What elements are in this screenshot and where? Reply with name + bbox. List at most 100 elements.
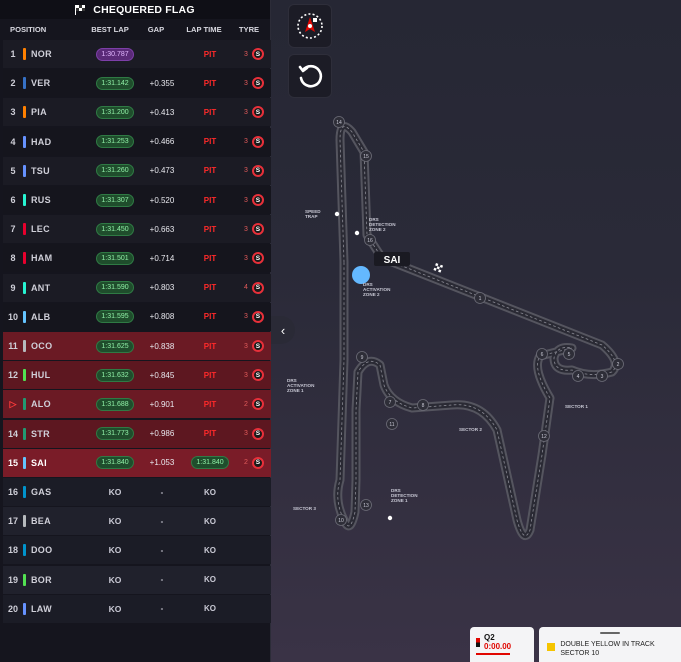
driver-position: 14 xyxy=(7,428,18,439)
best-lap-time: 1:31.625 xyxy=(96,339,134,353)
driver-code: LAW xyxy=(31,603,52,614)
driver-code: VER xyxy=(31,78,51,89)
lap-time-cell: PIT xyxy=(203,224,217,234)
driver-row[interactable]: 3 PIA 1:31.200 +0.413 PIT 3 S xyxy=(3,98,271,127)
soft-tyre-icon: S xyxy=(251,427,264,440)
lap-time-cell: PIT xyxy=(203,78,217,88)
session-card[interactable]: Q2 0:00.00 xyxy=(470,627,534,662)
timing-panel: CHEQUERED FLAG POSITION BEST LAP GAP LAP… xyxy=(0,0,271,662)
drs-detection-2-marker xyxy=(354,230,360,236)
best-lap-time: 1:31.688 xyxy=(96,397,134,411)
race-control-message-card[interactable]: DOUBLE YELLOW IN TRACK SECTOR 10 xyxy=(539,627,681,662)
corner-number: 16 xyxy=(367,238,373,244)
tyre-laps: 3 xyxy=(244,196,248,204)
col-position: POSITION xyxy=(10,25,47,34)
driver-row[interactable]: 18 DOO KO - KO xyxy=(3,536,271,565)
corner-badge: 16 xyxy=(364,234,376,246)
corner-number: 1 xyxy=(479,296,482,302)
team-color-bar xyxy=(23,164,26,177)
gap-cell: +0.838 xyxy=(149,341,175,351)
corner-badge: 13 xyxy=(360,499,372,511)
driver-position: 19 xyxy=(7,574,18,585)
driver-row[interactable]: 10 ALB 1:31.595 +0.808 PIT 3 S xyxy=(3,302,271,331)
driver-code: HAD xyxy=(31,136,52,147)
gap-cell: +0.473 xyxy=(149,166,175,176)
driver-row[interactable]: 15 SAI 1:31.840 +1.053 1:31.840 2 S xyxy=(3,448,271,477)
driver-code: LEC xyxy=(31,224,50,235)
best-lap-time: 1:31.142 xyxy=(96,76,134,90)
team-color-bar xyxy=(23,398,26,411)
session-status-text: CHEQUERED FLAG xyxy=(93,3,195,16)
rotate-map-button[interactable] xyxy=(288,4,332,48)
driver-row[interactable]: 19 BOR KO - KO xyxy=(3,565,271,594)
lap-time-cell: KO xyxy=(204,575,216,585)
col-best-lap: BEST LAP xyxy=(91,25,129,34)
best-lap-cell: 1:31.307 xyxy=(87,193,143,207)
soft-tyre-icon: S xyxy=(251,398,264,411)
col-lap-time: LAP TIME xyxy=(186,25,222,34)
corner-badge: 3 xyxy=(596,370,608,382)
gap-cell: - xyxy=(160,487,164,497)
sector-3-label: SECTOR 3 xyxy=(293,506,316,511)
driver-row[interactable]: 6 RUS 1:31.307 +0.520 PIT 3 S xyxy=(3,186,271,214)
team-color-bar xyxy=(23,48,26,60)
tyre-laps: 2 xyxy=(244,459,248,467)
driver-row[interactable]: ▷ ALO 1:31.688 +0.901 PIT 2 S xyxy=(3,390,271,419)
tyre-laps: 4 xyxy=(244,284,248,292)
reset-rotation-icon xyxy=(298,64,323,88)
driver-row[interactable]: 4 HAD 1:31.253 +0.466 PIT 3 S xyxy=(3,127,271,156)
team-color-bar xyxy=(23,456,26,469)
yellow-flag-icon xyxy=(547,643,556,651)
driver-row[interactable]: 2 VER 1:31.142 +0.355 PIT 3 S xyxy=(3,69,271,98)
best-lap-time: 1:31.590 xyxy=(96,281,134,295)
best-lap-time: 1:30.787 xyxy=(96,47,134,61)
best-lap-cell: 1:31.260 xyxy=(87,164,143,178)
drag-handle[interactable] xyxy=(600,632,620,634)
soft-tyre-icon: S xyxy=(251,77,264,90)
best-lap-time: 1:31.307 xyxy=(96,193,134,207)
team-color-bar xyxy=(23,310,26,323)
driver-row[interactable]: 20 LAW KO - KO xyxy=(3,594,271,623)
driver-position: 11 xyxy=(8,341,18,351)
soft-tyre-icon: S xyxy=(251,340,264,352)
driver-row[interactable]: 14 STR 1:31.773 +0.986 PIT 3 S xyxy=(3,419,271,448)
tyre-cell: 3S xyxy=(239,194,269,206)
lap-time-cell: PIT xyxy=(203,283,217,293)
drs-activation-2-label: DRS ACTIVATION ZONE 2 xyxy=(363,282,391,297)
corner-number: 3 xyxy=(601,374,604,380)
tyre-laps: 3 xyxy=(244,371,248,379)
corner-badge: 4 xyxy=(572,370,584,382)
driver-row[interactable]: 16 GAS KO - KO xyxy=(3,478,271,506)
best-lap-time: 1:31.200 xyxy=(96,105,134,119)
gap-cell: +0.413 xyxy=(149,107,175,117)
track-map[interactable]: SAI 1415161234567 8910111213 xyxy=(272,0,681,662)
driver-position: 5 xyxy=(10,165,16,176)
driver-row[interactable]: 1 NOR 1:30.787 PIT 3 S xyxy=(3,40,271,68)
best-lap-cell: 1:31.450 xyxy=(87,222,143,236)
soft-tyre-icon: S xyxy=(251,164,264,177)
driver-row[interactable]: 11 OCO 1:31.625 +0.838 PIT 3 S xyxy=(3,332,271,360)
lap-time-cell: PIT xyxy=(203,253,217,263)
sector-1-label: SECTOR 1 xyxy=(565,404,588,409)
tyre-cell: 3S xyxy=(239,164,269,177)
best-lap-cell: 1:31.773 xyxy=(87,427,143,441)
driver-row[interactable]: 9 ANT 1:31.590 +0.803 PIT 4 S xyxy=(3,273,271,302)
driver-row[interactable]: 12 HUL 1:31.632 +0.845 PIT 3 S xyxy=(3,361,271,390)
driver-row[interactable]: 17 BEA KO - KO xyxy=(3,507,271,536)
driver-row[interactable]: 7 LEC 1:31.450 +0.663 PIT 3 S xyxy=(3,215,271,244)
corner-badge: 2 xyxy=(612,358,624,370)
team-color-bar xyxy=(23,427,26,440)
team-color-bar xyxy=(23,544,26,557)
compass-icon xyxy=(297,13,323,39)
best-lap-cell: 1:30.787 xyxy=(87,47,143,61)
best-lap-cell: 1:31.200 xyxy=(87,105,143,119)
driver-row[interactable]: 5 TSU 1:31.260 +0.473 PIT 3 S xyxy=(3,156,271,185)
best-lap-time: 1:31.773 xyxy=(96,427,134,441)
lap-time-cell: PIT xyxy=(203,49,217,59)
reset-rotation-button[interactable] xyxy=(288,54,332,98)
col-tyre: TYRE xyxy=(238,25,260,34)
session-title: Q2 xyxy=(484,633,495,642)
driver-row[interactable]: 8 HAM 1:31.501 +0.714 PIT 3 S xyxy=(3,244,271,273)
best-lap-time: 1:31.595 xyxy=(96,310,134,324)
driver-code: SAI xyxy=(31,457,47,468)
